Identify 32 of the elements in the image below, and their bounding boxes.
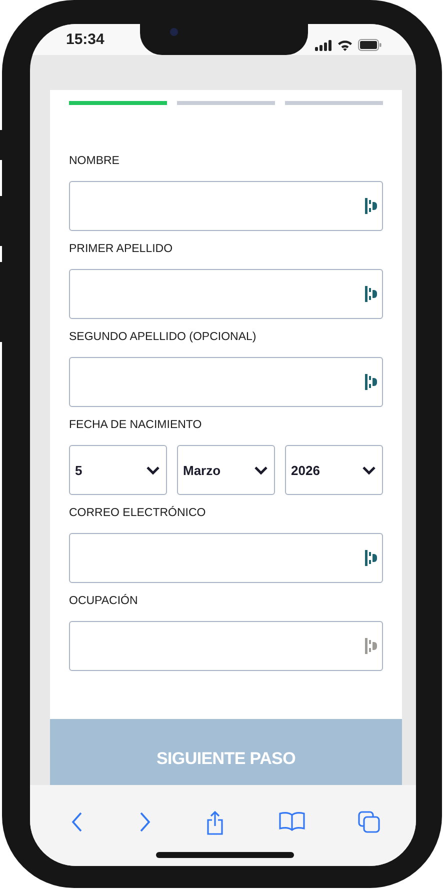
signal-icon (315, 40, 332, 50)
input-field[interactable] (69, 621, 383, 671)
field-label: CORREO ELECTRÓNICO (69, 506, 207, 520)
date-select[interactable]: 2026 (285, 445, 383, 495)
clock-time: 15:34 (66, 31, 104, 48)
field-label: OCUPACIÓN (69, 594, 139, 608)
battery-icon (358, 39, 382, 51)
input-field[interactable] (69, 533, 383, 583)
back-icon[interactable] (70, 811, 84, 833)
field-label: FECHA DE NACIMIENTO (69, 418, 203, 432)
autofill-icon[interactable] (365, 198, 377, 214)
chevron-down-icon (362, 466, 376, 474)
autofill-icon[interactable] (365, 550, 377, 566)
input-field[interactable] (69, 181, 383, 231)
tabs-icon[interactable] (358, 811, 380, 833)
autofill-icon[interactable] (365, 286, 377, 302)
field-label: PRIMER APELLIDO (69, 242, 174, 256)
date-select[interactable]: 5 (69, 445, 167, 495)
share-icon[interactable] (205, 811, 225, 835)
field-label: SEGUNDO APELLIDO (OPCIONAL) (69, 330, 258, 344)
input-field[interactable] (69, 357, 383, 407)
field-label: NOMBRE (69, 154, 120, 168)
autofill-icon[interactable] (365, 374, 377, 390)
wifi-icon (337, 39, 353, 51)
chevron-down-icon (254, 466, 268, 474)
book-icon[interactable] (278, 811, 304, 831)
camera-dot (170, 28, 178, 36)
date-select[interactable]: Marzo (177, 445, 275, 495)
autofill-icon[interactable] (365, 638, 377, 654)
input-field[interactable] (69, 269, 383, 319)
forward-icon[interactable] (138, 811, 152, 833)
chevron-down-icon (146, 466, 160, 474)
